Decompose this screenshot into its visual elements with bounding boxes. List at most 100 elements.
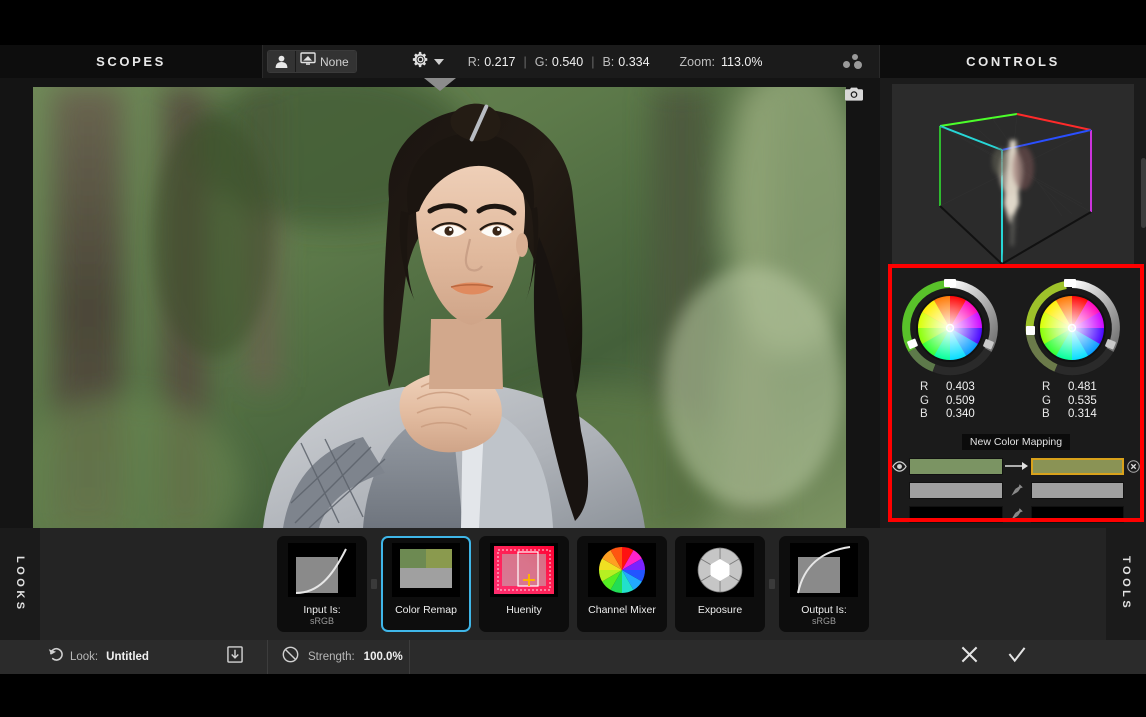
tile-separator [769, 579, 775, 589]
source-g-value[interactable]: 0.509 [946, 395, 975, 409]
mapping-source-swatch[interactable] [909, 505, 1003, 523]
pin-icon[interactable] [1003, 483, 1031, 497]
readout-b-label: B: [602, 54, 615, 69]
dots-grid-icon[interactable] [843, 54, 865, 70]
tile-label: Input Is: [303, 604, 341, 616]
sidebar-item-looks[interactable]: LOOKS [0, 528, 40, 640]
target-g-value[interactable]: 0.535 [1068, 395, 1097, 409]
undo-icon[interactable] [48, 647, 64, 667]
gear-icon[interactable] [412, 51, 429, 73]
bottom-black-margin [0, 674, 1146, 717]
viewer-toolbar: None R: 0.217 | G: 0.540 | B: 0.334 Zoom… [263, 45, 879, 78]
monitor-value: None [320, 54, 349, 69]
chevron-down-icon[interactable] [433, 58, 444, 65]
camera-icon[interactable] [844, 86, 864, 107]
look-segment: Look: Untitled [0, 640, 268, 674]
new-color-mapping-label: New Color Mapping [969, 436, 1063, 448]
monitor-icon [300, 52, 316, 71]
collapse-chevron-icon[interactable] [420, 78, 460, 92]
looks-tiles: Input Is: sRGB Color Remap Huenity Chann… [40, 528, 1106, 640]
settings-dropdown[interactable] [412, 51, 444, 73]
tile-sublabel: sRGB [309, 616, 334, 626]
huenity-thumb [490, 543, 558, 597]
close-circle-icon[interactable] [1124, 459, 1142, 473]
color-mapping-list [890, 456, 1142, 528]
readout-g-value: 0.540 [551, 54, 584, 69]
source-color-wheel[interactable] [900, 278, 1000, 378]
monitor-select-button[interactable]: None [296, 51, 356, 72]
new-color-mapping-button[interactable]: New Color Mapping [962, 434, 1070, 450]
readout-sep-2: | [591, 54, 595, 69]
target-g-label: G [1042, 394, 1051, 407]
pin-icon[interactable] [1003, 507, 1031, 521]
eye-icon[interactable] [890, 460, 909, 472]
swatch-thumb [392, 543, 460, 597]
look-label: Look: [70, 651, 99, 663]
look-tile-exposure[interactable]: Exposure [675, 536, 765, 632]
target-r-value[interactable]: 0.481 [1068, 381, 1097, 395]
save-icon[interactable] [227, 646, 243, 668]
target-color-wheel[interactable] [1022, 278, 1122, 378]
target-r-label: R [1042, 381, 1051, 393]
source-r-value[interactable]: 0.403 [946, 381, 975, 395]
look-tile-channel-mixer[interactable]: Channel Mixer [577, 536, 667, 632]
look-tile-huenity[interactable]: Huenity [479, 536, 569, 632]
source-b-value[interactable]: 0.340 [946, 408, 975, 422]
readout-r-label: R: [467, 54, 481, 69]
close-x-icon[interactable] [960, 645, 979, 669]
bypass-icon[interactable] [282, 646, 299, 668]
look-tile-output-is[interactable]: Output Is: sRGB [779, 536, 869, 632]
readout-r-value: 0.217 [484, 54, 516, 69]
look-tile-input-is[interactable]: Input Is: sRGB [277, 536, 367, 632]
top-black-margin [0, 0, 1146, 45]
tile-label: Output Is: [801, 604, 847, 616]
tools-rail-label: TOOLS [1120, 556, 1132, 612]
tile-sublabel: sRGB [811, 616, 836, 626]
looks-rail-label: LOOKS [14, 555, 26, 613]
strength-value[interactable]: 100.0% [364, 651, 403, 663]
source-rgb-values: R 0.403 G 0.509 B 0.340 [920, 381, 975, 422]
check-icon[interactable] [1007, 645, 1027, 669]
readout-b-value: 0.334 [618, 54, 650, 69]
table-row[interactable] [890, 480, 1142, 500]
target-b-label: B [1042, 408, 1050, 420]
look-tile-color-remap[interactable]: Color Remap [381, 536, 471, 632]
curve-thumb [288, 543, 356, 597]
bottom-toolbar: Look: Untitled Strength: 100.0% [0, 640, 1146, 674]
target-rgb-values: R 0.481 G 0.535 B 0.314 [1042, 381, 1097, 422]
tile-label: Exposure [697, 604, 743, 616]
rgb-cube-scope[interactable] [892, 84, 1134, 266]
sidebar-item-tools[interactable]: TOOLS [1106, 528, 1146, 640]
zoom-label: Zoom: [679, 54, 715, 69]
tile-label: Huenity [506, 604, 542, 616]
scopes-title: SCOPES [96, 54, 166, 69]
mapping-source-swatch[interactable] [909, 457, 1003, 475]
source-r-label: R [920, 381, 929, 393]
source-b-label: B [920, 408, 928, 420]
image-viewer[interactable] [0, 78, 880, 528]
confirm-cancel-group [960, 640, 1027, 674]
mapping-source-swatch[interactable] [909, 481, 1003, 499]
looks-strip: LOOKS Input Is: sRGB Color Remap Huenity… [0, 528, 1146, 640]
controls-panel-header[interactable]: CONTROLS [879, 45, 1146, 78]
controls-title: CONTROLS [966, 54, 1060, 69]
scopes-panel-header[interactable]: SCOPES [0, 45, 263, 78]
readout-sep-1: | [523, 54, 527, 69]
color-mapping-section: R 0.403 G 0.509 B 0.340 R 0.481 G 0.535 B 0.31… [890, 268, 1142, 523]
person-icon[interactable] [268, 51, 296, 72]
strength-segment: Strength: 100.0% [268, 640, 410, 674]
tile-separator [371, 579, 377, 589]
tile-label: Channel Mixer [588, 604, 656, 616]
mapping-target-swatch[interactable] [1030, 457, 1125, 475]
mapping-target-swatch[interactable] [1030, 505, 1125, 523]
controls-scrollbar[interactable] [1141, 158, 1146, 228]
target-b-value[interactable]: 0.314 [1068, 408, 1097, 422]
look-value[interactable]: Untitled [106, 651, 149, 663]
mapping-target-swatch[interactable] [1030, 481, 1125, 499]
table-row[interactable] [890, 456, 1142, 476]
tile-label: Color Remap [395, 604, 457, 616]
viewer-image[interactable] [33, 87, 846, 528]
top-toolbar: SCOPES None R: 0.217 | G: 0.540 | B: 0.3… [0, 45, 1146, 78]
zoom-value[interactable]: 113.0% [721, 55, 762, 69]
table-row[interactable] [890, 504, 1142, 524]
